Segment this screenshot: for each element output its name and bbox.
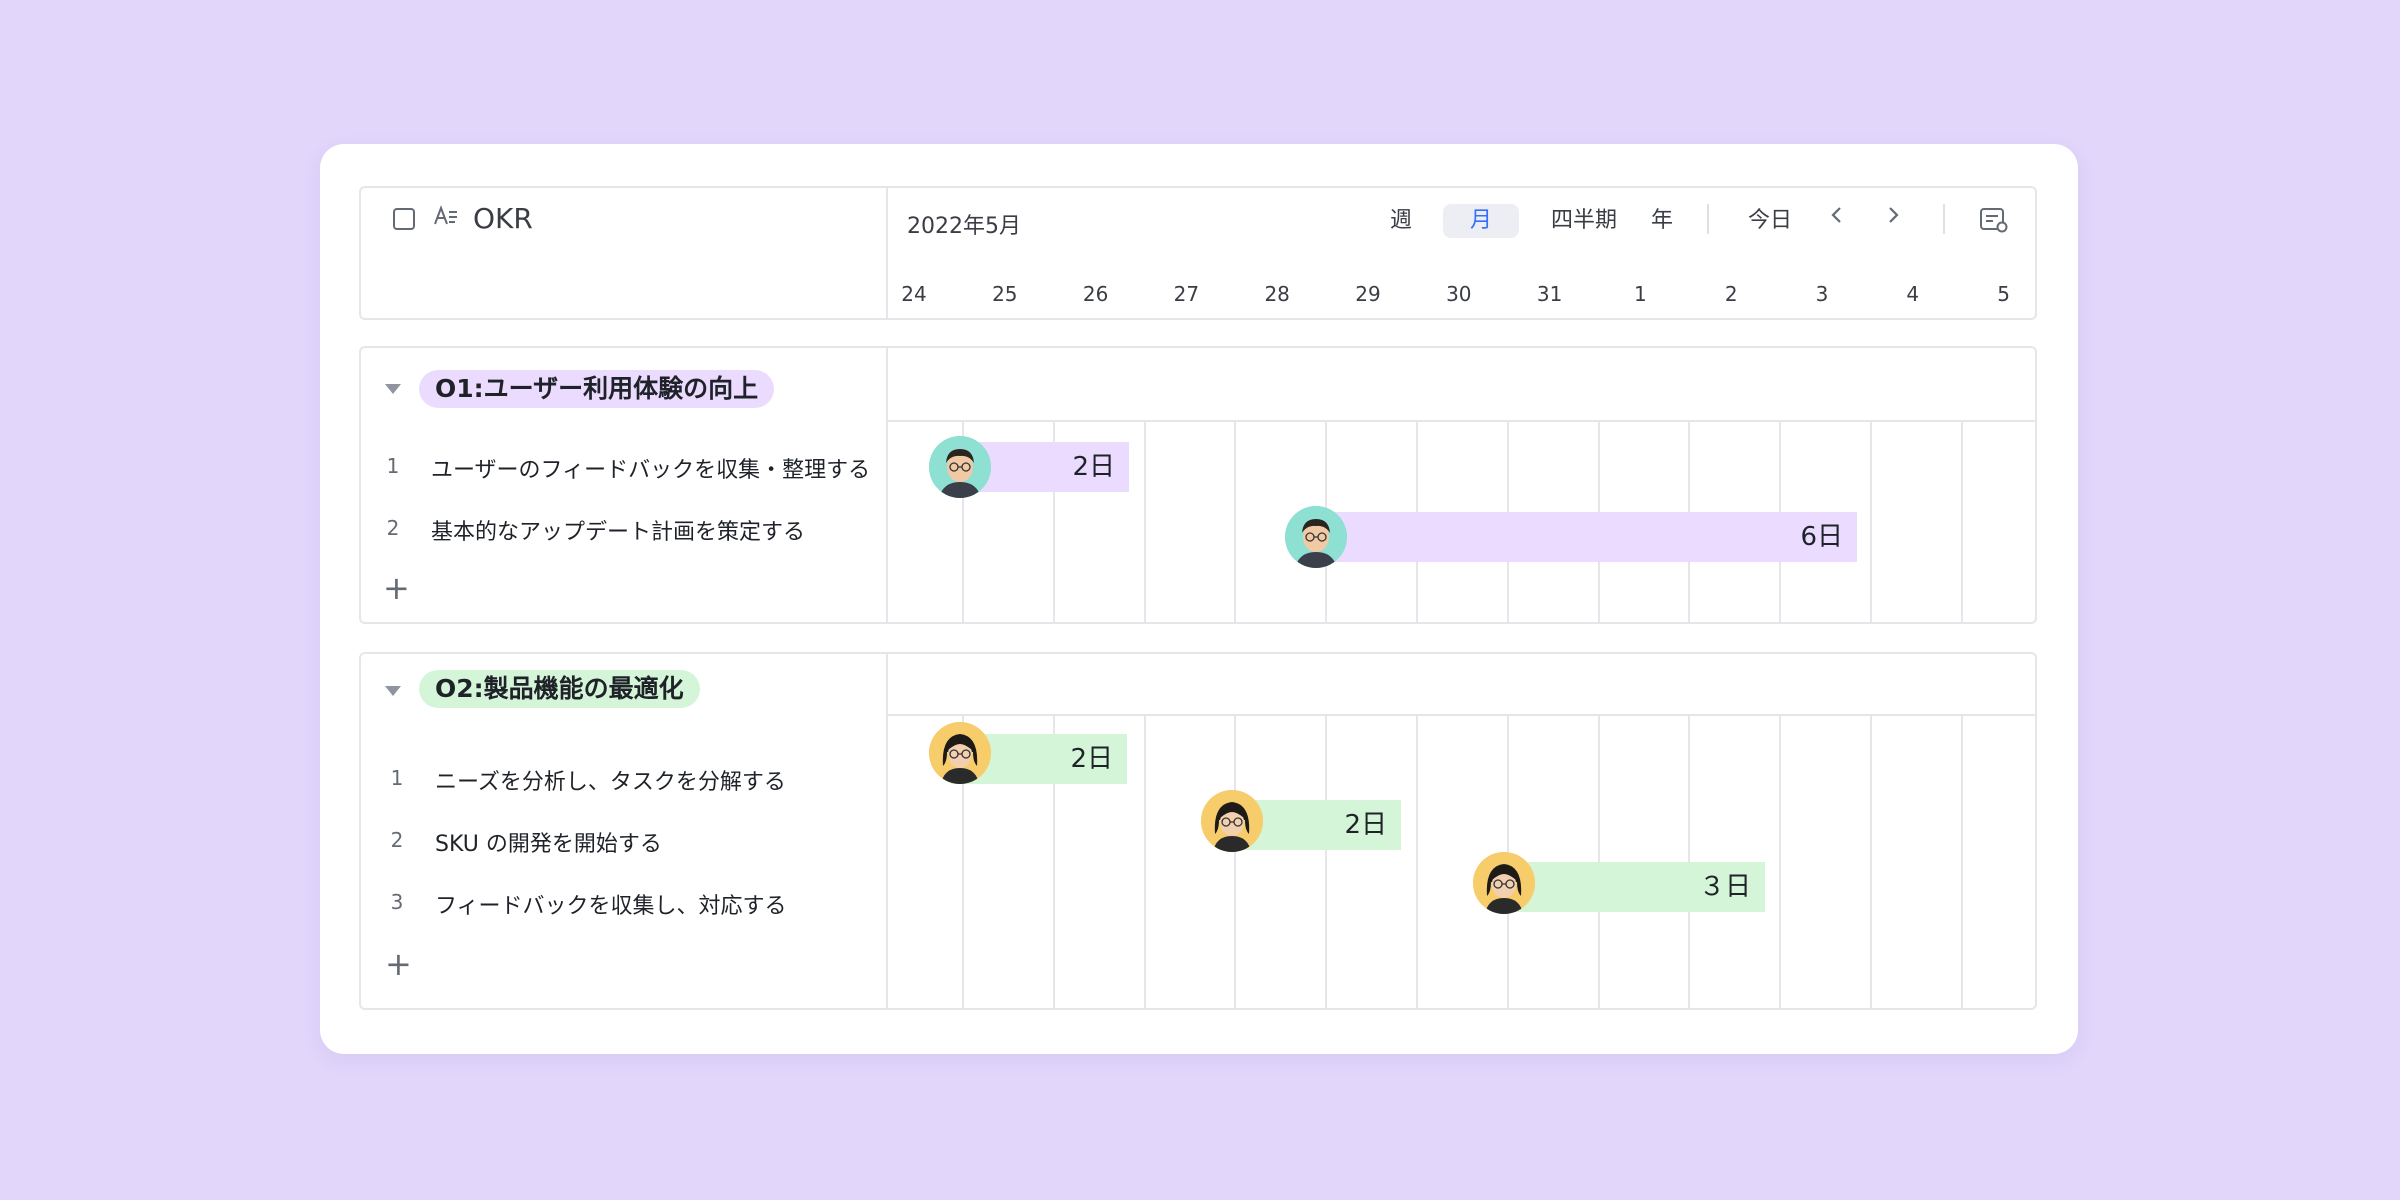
task-name[interactable]: 基本的なアップデート計画を策定する bbox=[431, 514, 805, 546]
day-label: 1 bbox=[1634, 282, 1647, 306]
collapse-caret-icon[interactable] bbox=[385, 384, 401, 394]
grid-line bbox=[1234, 420, 1237, 622]
okr-group-2: O2:製品機能の最適化 1 ニーズを分析し、タスクを分解する 2 SKU の開発… bbox=[359, 652, 2037, 1010]
grid-line bbox=[1960, 420, 1963, 622]
group-header-line bbox=[888, 714, 2035, 716]
task-name[interactable]: ユーザーのフィードバックを収集・整理する bbox=[431, 452, 870, 484]
grid-line bbox=[1597, 714, 1600, 1008]
duration-label: ３日 bbox=[1698, 872, 1751, 902]
chevron-right-icon[interactable] bbox=[1883, 200, 1903, 237]
current-month: 2022年5月 bbox=[907, 214, 1021, 239]
day-label: 27 bbox=[1173, 282, 1200, 306]
grid-line bbox=[1870, 420, 1872, 622]
toolbar-separator bbox=[1943, 204, 1945, 234]
task-name[interactable]: ニーズを分析し、タスクを分解する bbox=[435, 764, 786, 796]
group-header-line bbox=[888, 420, 2035, 422]
duration-label: 2日 bbox=[1344, 810, 1387, 840]
row-number: 2 bbox=[386, 516, 400, 540]
chevron-left-icon[interactable] bbox=[1827, 200, 1847, 237]
add-task-button[interactable]: + bbox=[383, 572, 410, 604]
view-week-button[interactable]: 週 bbox=[1385, 204, 1417, 238]
select-all-checkbox[interactable] bbox=[393, 208, 415, 230]
day-label: 4 bbox=[1906, 282, 1920, 306]
toolbar-separator bbox=[1707, 204, 1709, 234]
column-divider bbox=[886, 348, 888, 622]
duration-label: 2日 bbox=[1072, 452, 1115, 482]
task-name[interactable]: フィードバックを収集し、対応する bbox=[435, 888, 787, 920]
field-title: OKR bbox=[473, 202, 533, 235]
day-label: 30 bbox=[1446, 282, 1472, 306]
grid-line bbox=[1143, 420, 1146, 622]
group-title[interactable]: O2:製品機能の最適化 bbox=[419, 670, 700, 708]
day-label: 3 bbox=[1815, 282, 1829, 306]
text-field-icon bbox=[433, 204, 459, 235]
grid-line bbox=[1779, 714, 1782, 1008]
duration-label: 2日 bbox=[1070, 744, 1113, 774]
grid-line bbox=[1960, 714, 1963, 1008]
day-label: 25 bbox=[992, 282, 1018, 306]
day-label: 29 bbox=[1355, 282, 1381, 306]
grid-line bbox=[1688, 714, 1691, 1008]
task-name[interactable]: SKU の開発を開始する bbox=[435, 826, 662, 858]
day-label: 26 bbox=[1082, 282, 1109, 306]
day-label: 2 bbox=[1724, 282, 1738, 306]
row-number: 1 bbox=[386, 454, 400, 478]
assignee-avatar[interactable] bbox=[929, 436, 991, 498]
add-task-button[interactable]: + bbox=[385, 948, 412, 980]
grid-line bbox=[1416, 714, 1418, 1008]
day-label: 28 bbox=[1264, 282, 1290, 306]
view-year-button[interactable]: 年 bbox=[1649, 204, 1675, 238]
day-label: 5 bbox=[1997, 282, 2010, 306]
day-label: 31 bbox=[1536, 282, 1563, 306]
column-divider bbox=[886, 654, 888, 1008]
row-number: 3 bbox=[390, 890, 404, 914]
task-bar[interactable]: 6日 bbox=[1307, 512, 1857, 562]
task-bar[interactable]: ３日 bbox=[1497, 862, 1765, 912]
grid-line bbox=[1234, 714, 1237, 1008]
grid-line bbox=[1143, 714, 1146, 1008]
grid-line bbox=[1325, 714, 1328, 1008]
row-number: 2 bbox=[390, 828, 404, 852]
grid-line bbox=[1870, 714, 1872, 1008]
okr-group-1: O1:ユーザー利用体験の向上 1 ユーザーのフィードバックを収集・整理する 2 … bbox=[359, 346, 2037, 624]
assignee-avatar[interactable] bbox=[1285, 506, 1347, 568]
assignee-avatar[interactable] bbox=[929, 722, 991, 784]
view-settings-icon[interactable] bbox=[1979, 206, 2009, 238]
timeline-header: OKR 2022年5月 週 月 四半期 年 今日 24 25 26 27 28 29 30 3… bbox=[359, 186, 2037, 320]
group-title[interactable]: O1:ユーザー利用体験の向上 bbox=[419, 370, 775, 408]
duration-label: 6日 bbox=[1800, 522, 1843, 552]
day-label: 24 bbox=[901, 282, 927, 306]
assignee-avatar[interactable] bbox=[1473, 852, 1535, 914]
row-number: 1 bbox=[390, 766, 404, 790]
view-quarter-button[interactable]: 四半期 bbox=[1549, 204, 1619, 238]
view-month-button[interactable]: 月 bbox=[1443, 204, 1519, 238]
today-button[interactable]: 今日 bbox=[1745, 204, 1795, 238]
assignee-avatar[interactable] bbox=[1201, 790, 1263, 852]
collapse-caret-icon[interactable] bbox=[385, 686, 401, 696]
